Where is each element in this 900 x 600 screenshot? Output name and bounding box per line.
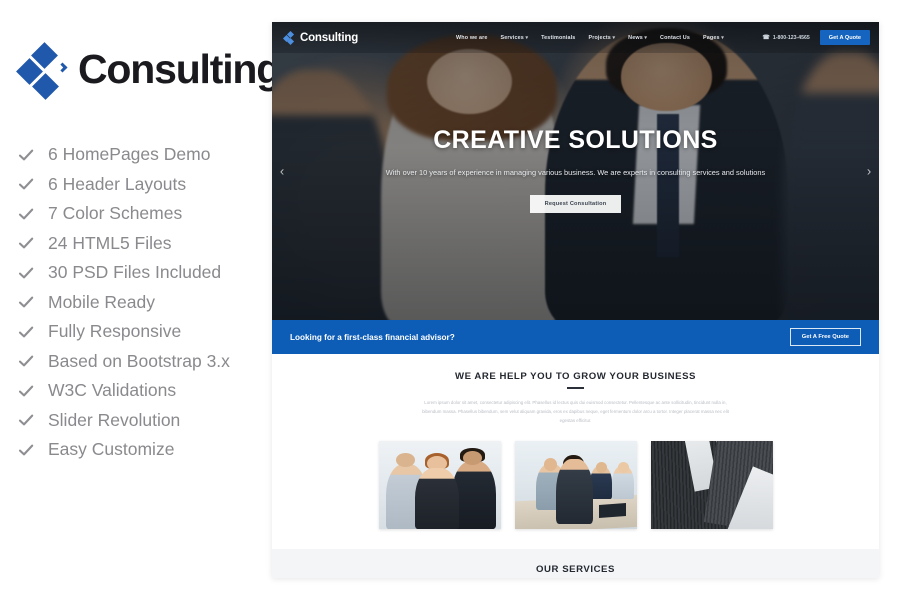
check-icon <box>18 442 34 458</box>
chevron-down-icon: ▾ <box>610 34 616 41</box>
grow-business-section: WE ARE HELP YOU TO GROW YOUR BUSINESS Lo… <box>272 354 879 550</box>
chevron-down-icon: ▾ <box>523 34 529 41</box>
nav-item-services[interactable]: Services ▾ <box>501 35 529 41</box>
slider-prev-arrow-icon[interactable]: ‹ <box>275 165 289 178</box>
check-icon <box>18 324 34 340</box>
check-icon <box>18 206 34 222</box>
check-icon <box>18 265 34 281</box>
check-icon <box>18 353 34 369</box>
site-navbar: Consulting Who we are Services ▾ Testimo… <box>272 22 879 53</box>
feature-label: 6 Header Layouts <box>48 173 187 194</box>
feature-label: Easy Customize <box>48 439 175 459</box>
cta-bar: Looking for a first-class financial advi… <box>272 320 879 354</box>
thumbnail-gallery <box>272 441 879 530</box>
navbar-phone-number: 1-800-123-4565 <box>772 34 810 41</box>
navbar-brand-label: Consulting <box>300 31 359 44</box>
check-icon <box>18 147 34 163</box>
list-item: 7 Color Schemes <box>18 203 272 224</box>
hero-subtitle: With over 10 years of experience in mana… <box>385 168 766 177</box>
grow-section-title: WE ARE HELP YOU TO GROW YOUR BUSINESS <box>454 371 697 382</box>
grow-section-paragraph: Lorem ipsum dolor sit amet, consectetur … <box>422 399 729 424</box>
list-item: W3C Validations <box>18 380 272 401</box>
brand-name: Consulting <box>78 45 281 92</box>
feature-label: W3C Validations <box>48 380 177 400</box>
hero-content: CREATIVE SOLUTIONS With over 10 years of… <box>272 126 879 213</box>
chevron-down-icon: ▾ <box>719 34 724 41</box>
check-icon <box>18 235 34 251</box>
feature-label: 6 HomePages Demo <box>48 144 211 164</box>
page-root: Consulting 6 HomePages Demo 6 Header Lay… <box>0 0 900 600</box>
check-icon <box>18 412 34 428</box>
skyscraper-architecture-photo[interactable] <box>650 441 773 530</box>
feature-label: Slider Revolution <box>48 409 181 430</box>
nav-item-testimonials[interactable]: Testimonials <box>541 35 575 41</box>
left-info-panel: Consulting 6 HomePages Demo 6 Header Lay… <box>0 0 281 600</box>
list-item: Fully Responsive <box>18 321 272 342</box>
get-a-free-quote-button[interactable]: Get A Free Quote <box>789 328 861 346</box>
cta-bar-text: Looking for a first-class financial advi… <box>290 332 455 342</box>
list-item: Based on Bootstrap 3.x <box>18 351 272 372</box>
list-item: 6 Header Layouts <box>18 174 272 195</box>
hero-title: CREATIVE SOLUTIONS <box>433 126 718 154</box>
meeting-room-photo[interactable] <box>514 441 637 530</box>
navbar-menu: Who we are Services ▾ Testimonials Proje… <box>456 35 724 41</box>
navbar-brand[interactable]: Consulting <box>282 30 359 46</box>
navbar-right: ☎ 1-800-123-4565 Get A Quote <box>762 30 870 45</box>
phone-icon: ☎ <box>762 35 770 41</box>
feature-label: Based on Bootstrap 3.x <box>48 350 230 371</box>
nav-item-projects[interactable]: Projects ▾ <box>588 35 615 41</box>
title-divider <box>567 387 584 389</box>
list-item: 24 HTML5 Files <box>18 233 272 254</box>
list-item: Mobile Ready <box>18 292 272 313</box>
navbar-phone[interactable]: ☎ 1-800-123-4565 <box>762 34 810 42</box>
get-a-quote-button[interactable]: Get A Quote <box>819 30 870 45</box>
feature-label: 30 PSD Files Included <box>48 262 222 282</box>
hero-slider: Consulting Who we are Services ▾ Testimo… <box>272 22 879 320</box>
diamond-cluster-logo-icon <box>16 42 68 100</box>
check-icon <box>18 383 34 399</box>
nav-item-news[interactable]: News ▾ <box>628 35 647 41</box>
feature-label: Fully Responsive <box>48 321 182 341</box>
feature-label: 7 Color Schemes <box>48 203 183 223</box>
nav-item-who-we-are[interactable]: Who we are <box>456 35 487 41</box>
check-icon <box>18 294 34 310</box>
business-team-photo[interactable] <box>378 441 501 530</box>
diamond-cluster-logo-icon <box>282 30 296 46</box>
chevron-down-icon: ▾ <box>642 34 648 41</box>
our-services-section: OUR SERVICES <box>272 549 879 578</box>
services-section-title: OUR SERVICES <box>536 564 615 576</box>
brand-lockup: Consulting <box>16 42 281 100</box>
request-consultation-button[interactable]: Request Consultation <box>529 194 622 213</box>
slider-next-arrow-icon[interactable]: › <box>862 165 876 178</box>
feature-label: 24 HTML5 Files <box>48 232 172 253</box>
feature-list: 6 HomePages Demo 6 Header Layouts 7 Colo… <box>18 144 272 460</box>
nav-item-contact-us[interactable]: Contact Us <box>660 35 690 41</box>
list-item: 30 PSD Files Included <box>18 262 272 283</box>
nav-item-pages[interactable]: Pages ▾ <box>703 35 724 41</box>
list-item: 6 HomePages Demo <box>18 144 272 165</box>
website-preview: Consulting Who we are Services ▾ Testimo… <box>272 22 879 578</box>
feature-label: Mobile Ready <box>48 291 155 312</box>
list-item: Easy Customize <box>18 439 272 460</box>
list-item: Slider Revolution <box>18 410 272 431</box>
check-icon <box>18 176 34 192</box>
